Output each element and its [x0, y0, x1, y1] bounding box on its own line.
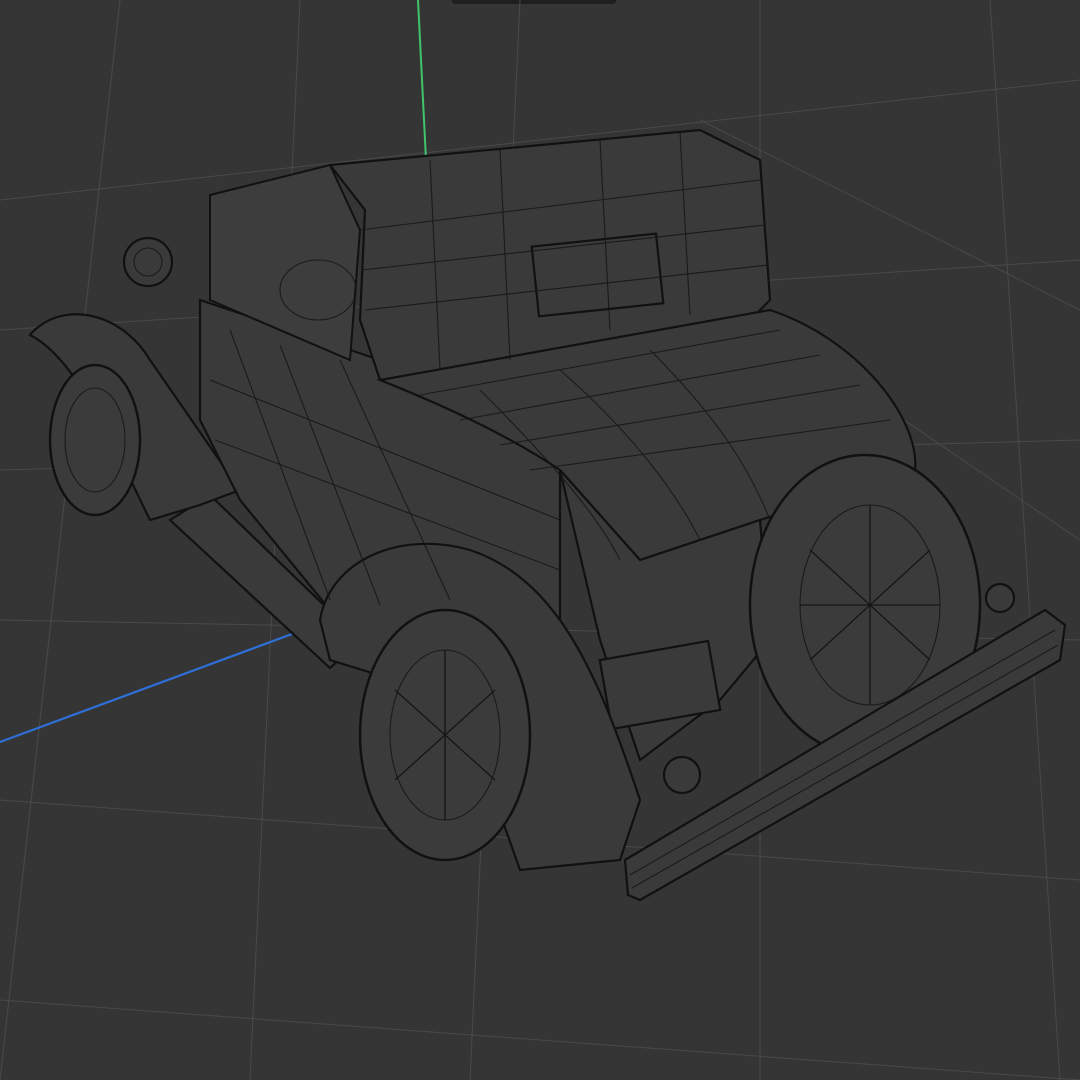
headlamp [122, 236, 174, 288]
car-model[interactable] [28, 128, 1067, 902]
tail-light-left [662, 755, 702, 795]
tail-light-right [984, 582, 1016, 614]
y-axis-line [417, 0, 427, 161]
3d-viewport[interactable] [0, 0, 1080, 1080]
rear-window [530, 232, 665, 318]
